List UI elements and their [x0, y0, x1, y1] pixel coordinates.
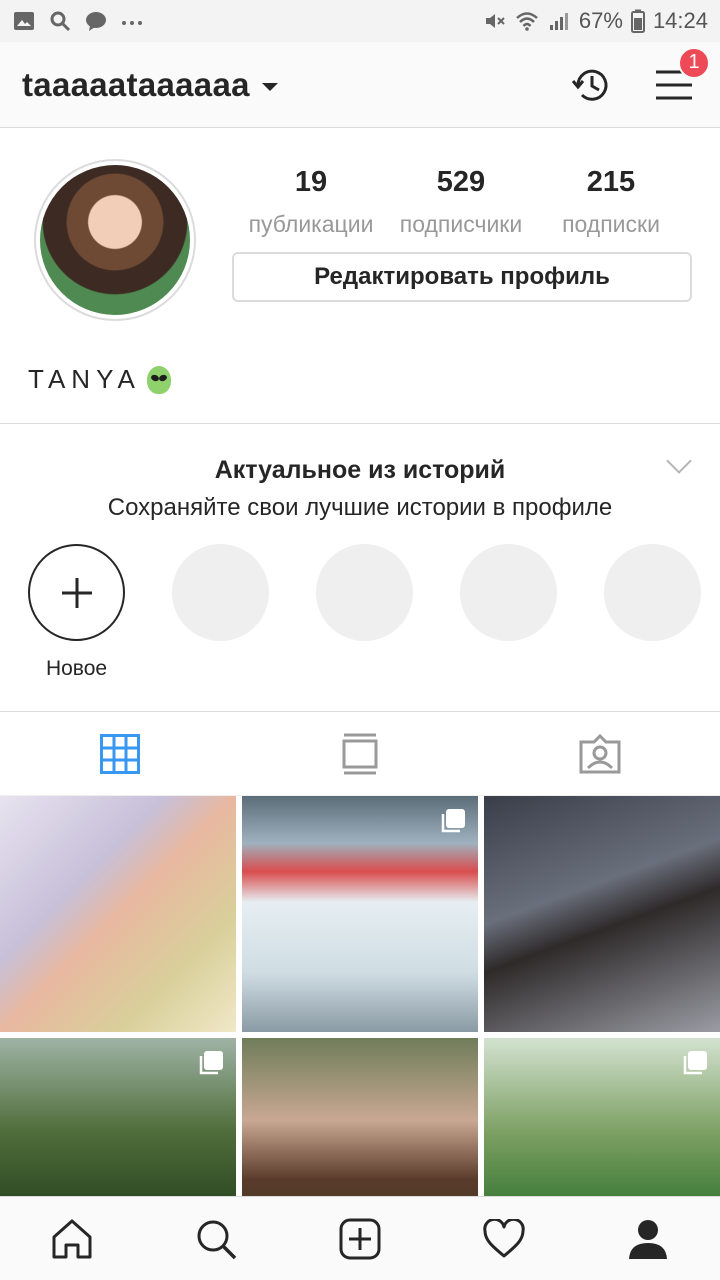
highlights-title: Актуальное из историй	[214, 456, 506, 484]
add-post-icon	[339, 1218, 381, 1259]
chat-icon	[86, 12, 106, 31]
new-highlight-button[interactable]	[28, 544, 125, 641]
stat-following[interactable]: 215 подписки	[536, 166, 686, 238]
heart-icon	[483, 1218, 525, 1257]
tab-feed[interactable]	[240, 712, 480, 795]
story-highlights: Актуальное из историй Сохраняйте свои лу…	[0, 424, 720, 712]
plus-icon	[61, 577, 92, 608]
search-icon	[197, 1220, 237, 1259]
post-thumbnail[interactable]	[242, 1038, 478, 1196]
highlight-placeholder	[316, 544, 413, 681]
status-bar: 67% 14:24	[0, 0, 720, 42]
post-thumbnail[interactable]	[0, 796, 236, 1032]
signal-icon	[549, 13, 568, 30]
stat-posts-label: публикации	[248, 211, 374, 237]
new-highlight[interactable]: Новое	[28, 544, 125, 681]
stat-following-count: 215	[586, 166, 636, 198]
nav-activity[interactable]	[474, 1209, 534, 1269]
nav-home[interactable]	[42, 1209, 102, 1269]
highlight-placeholder-circle	[316, 544, 413, 641]
post-grid	[0, 796, 720, 1196]
bio-name: TANYA	[28, 364, 141, 394]
gallery-icon	[14, 12, 34, 30]
tab-tagged[interactable]	[480, 712, 720, 795]
carousel-icon	[199, 1051, 223, 1075]
mute-icon	[485, 14, 505, 28]
profile-icon	[629, 1219, 667, 1259]
bottom-nav	[0, 1196, 720, 1280]
avatar-photo	[40, 165, 190, 315]
highlight-placeholder	[604, 544, 701, 681]
battery-percentage: 67%	[578, 8, 623, 33]
avatar[interactable]	[34, 159, 196, 321]
stat-followers[interactable]: 529 подписчики	[386, 166, 536, 238]
alien-emoji-icon	[146, 365, 171, 394]
archive-icon	[571, 69, 608, 101]
carousel-icon	[683, 1051, 707, 1075]
stat-followers-label: подписчики	[399, 211, 523, 237]
grid-icon	[100, 733, 140, 774]
highlight-placeholder-circle	[604, 544, 701, 641]
nav-profile[interactable]	[618, 1209, 678, 1269]
home-icon	[52, 1219, 92, 1258]
clock: 14:24	[652, 8, 708, 33]
feed-icon	[342, 733, 378, 774]
highlight-placeholder	[172, 544, 269, 681]
stat-followers-count: 529	[436, 166, 486, 198]
profile-tabs	[0, 712, 720, 796]
post-thumbnail[interactable]	[484, 796, 720, 1032]
username-switcher[interactable]: taaaaataaaaaa	[22, 66, 250, 104]
stat-following-label: подписки	[562, 211, 660, 237]
highlight-placeholder	[460, 544, 557, 681]
profile-stats: 19 публикации 529 подписчики 215 подписк…	[236, 166, 686, 238]
wifi-icon	[516, 12, 538, 31]
post-thumbnail[interactable]	[484, 1038, 720, 1196]
profile-header-bar: taaaaataaaaaa 1	[0, 42, 720, 128]
battery-icon	[630, 9, 645, 33]
highlight-placeholder-circle	[460, 544, 557, 641]
carousel-icon	[441, 809, 465, 833]
tab-grid[interactable]	[0, 712, 240, 795]
notification-badge: 1	[678, 46, 710, 79]
profile-section: 19 публикации 529 подписчики 215 подписк…	[0, 128, 720, 424]
highlights-row: Новое	[28, 544, 701, 681]
highlights-subtitle: Сохраняйте свои лучшие истории в профиле	[107, 494, 613, 521]
more-icon	[122, 21, 142, 25]
nav-search[interactable]	[186, 1209, 246, 1269]
menu-button[interactable]: 1	[650, 46, 710, 109]
tagged-icon	[579, 733, 621, 773]
edit-profile-button[interactable]: Редактировать профиль	[232, 252, 692, 302]
post-thumbnail[interactable]	[242, 796, 478, 1032]
nav-add-post[interactable]	[330, 1209, 390, 1269]
stat-posts-count: 19	[294, 166, 328, 198]
chevron-down-icon[interactable]	[261, 82, 278, 91]
bio: TANYA	[28, 364, 171, 395]
post-thumbnail[interactable]	[0, 1038, 236, 1196]
new-highlight-label: Новое	[45, 657, 108, 680]
search-icon	[50, 11, 71, 32]
stat-posts[interactable]: 19 публикации	[236, 166, 386, 238]
archive-button[interactable]	[568, 61, 616, 109]
highlight-placeholder-circle	[172, 544, 269, 641]
